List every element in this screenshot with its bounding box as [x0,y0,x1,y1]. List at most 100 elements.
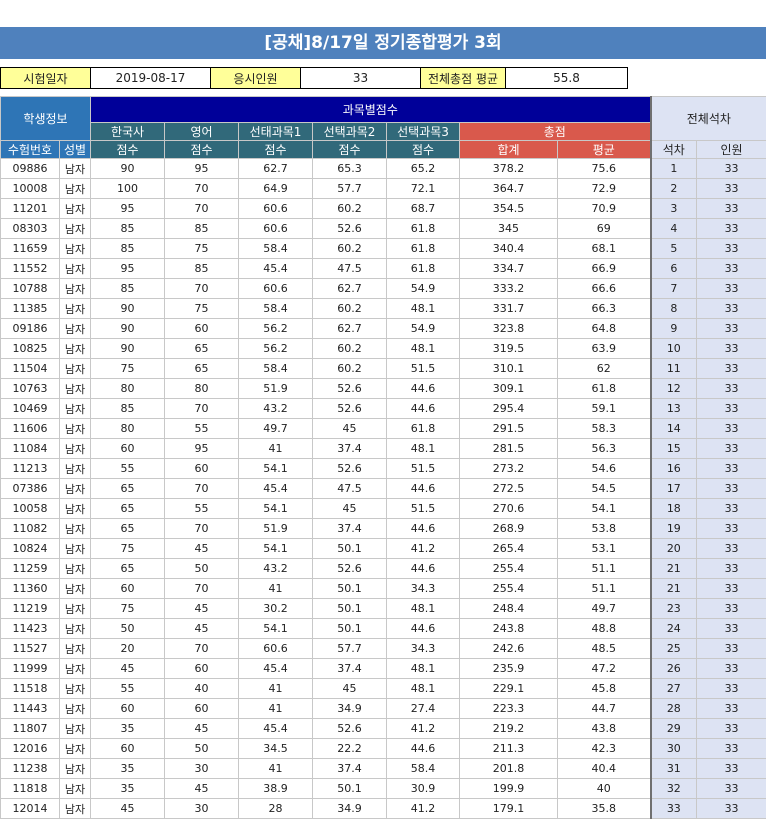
elective-1-score-cell[interactable]: 54.1 [239,499,313,519]
exam-number-cell[interactable]: 11527 [1,639,60,659]
total-sum-cell[interactable]: 331.7 [460,299,558,319]
elective-1-score-cell[interactable]: 54.1 [239,539,313,559]
gender-cell[interactable]: 남자 [60,359,91,379]
exam-number-cell[interactable]: 10788 [1,279,60,299]
gender-cell[interactable]: 남자 [60,159,91,179]
elective-1-score-cell[interactable]: 45.4 [239,259,313,279]
elective-1-score-cell[interactable]: 49.7 [239,419,313,439]
english-score-cell[interactable]: 30 [165,759,239,779]
elective-3-score-cell[interactable]: 54.9 [387,279,460,299]
elective-1-score-cell[interactable]: 45.4 [239,659,313,679]
gender-cell[interactable]: 남자 [60,759,91,779]
elective-2-score-cell[interactable]: 45 [313,419,387,439]
people-cell[interactable]: 33 [697,639,766,659]
english-score-cell[interactable]: 40 [165,679,239,699]
elective-3-score-cell[interactable]: 48.1 [387,299,460,319]
elective-1-score-cell[interactable]: 56.2 [239,319,313,339]
gender-cell[interactable]: 남자 [60,399,91,419]
people-cell[interactable]: 33 [697,799,766,819]
elective-3-score-cell[interactable]: 48.1 [387,659,460,679]
english-score-cell[interactable]: 70 [165,579,239,599]
rank-cell[interactable]: 31 [651,759,697,779]
people-cell[interactable]: 33 [697,619,766,639]
english-score-cell[interactable]: 45 [165,619,239,639]
korean-history-score-cell[interactable]: 85 [91,239,165,259]
gender-cell[interactable]: 남자 [60,639,91,659]
rank-cell[interactable]: 7 [651,279,697,299]
people-cell[interactable]: 33 [697,399,766,419]
korean-history-score-cell[interactable]: 75 [91,599,165,619]
elective-1-score-cell[interactable]: 64.9 [239,179,313,199]
elective-1-score-cell[interactable]: 56.2 [239,339,313,359]
total-average-cell[interactable]: 51.1 [558,579,651,599]
korean-history-score-cell[interactable]: 60 [91,739,165,759]
total-sum-cell[interactable]: 291.5 [460,419,558,439]
korean-history-score-cell[interactable]: 95 [91,259,165,279]
elective-3-score-cell[interactable]: 58.4 [387,759,460,779]
total-average-cell[interactable]: 61.8 [558,379,651,399]
total-sum-cell[interactable]: 295.4 [460,399,558,419]
exam-number-cell[interactable]: 12016 [1,739,60,759]
elective-3-score-cell[interactable]: 41.2 [387,719,460,739]
total-average-cell[interactable]: 75.6 [558,159,651,179]
korean-history-score-cell[interactable]: 50 [91,619,165,639]
gender-cell[interactable]: 남자 [60,699,91,719]
english-score-cell[interactable]: 55 [165,499,239,519]
rank-cell[interactable]: 21 [651,559,697,579]
elective-3-score-cell[interactable]: 65.2 [387,159,460,179]
total-sum-cell[interactable]: 334.7 [460,259,558,279]
exam-number-cell[interactable]: 11238 [1,759,60,779]
total-average-cell[interactable]: 66.6 [558,279,651,299]
elective-1-score-cell[interactable]: 41 [239,439,313,459]
total-sum-cell[interactable]: 273.2 [460,459,558,479]
total-sum-cell[interactable]: 309.1 [460,379,558,399]
gender-cell[interactable]: 남자 [60,259,91,279]
elective-2-score-cell[interactable]: 52.6 [313,559,387,579]
rank-cell[interactable]: 4 [651,219,697,239]
elective-2-score-cell[interactable]: 37.4 [313,519,387,539]
elective-1-score-cell[interactable]: 28 [239,799,313,819]
exam-number-cell[interactable]: 11423 [1,619,60,639]
korean-history-score-cell[interactable]: 65 [91,559,165,579]
gender-cell[interactable]: 남자 [60,599,91,619]
people-cell[interactable]: 33 [697,719,766,739]
total-sum-cell[interactable]: 223.3 [460,699,558,719]
total-sum-cell[interactable]: 248.4 [460,599,558,619]
korean-history-score-cell[interactable]: 35 [91,779,165,799]
total-sum-cell[interactable]: 242.6 [460,639,558,659]
korean-history-score-cell[interactable]: 45 [91,799,165,819]
exam-number-cell[interactable]: 10469 [1,399,60,419]
total-sum-cell[interactable]: 345 [460,219,558,239]
gender-cell[interactable]: 남자 [60,379,91,399]
elective-1-score-cell[interactable]: 38.9 [239,779,313,799]
total-average-cell[interactable]: 53.8 [558,519,651,539]
total-sum-cell[interactable]: 265.4 [460,539,558,559]
elective-3-score-cell[interactable]: 54.9 [387,319,460,339]
people-cell[interactable]: 33 [697,559,766,579]
gender-cell[interactable]: 남자 [60,439,91,459]
english-score-cell[interactable]: 85 [165,259,239,279]
gender-cell[interactable]: 남자 [60,199,91,219]
elective-2-score-cell[interactable]: 62.7 [313,279,387,299]
total-average-cell[interactable]: 49.7 [558,599,651,619]
rank-cell[interactable]: 15 [651,439,697,459]
elective-2-score-cell[interactable]: 52.6 [313,399,387,419]
people-cell[interactable]: 33 [697,259,766,279]
korean-history-score-cell[interactable]: 85 [91,399,165,419]
gender-cell[interactable]: 남자 [60,499,91,519]
total-average-cell[interactable]: 47.2 [558,659,651,679]
english-score-cell[interactable]: 45 [165,599,239,619]
gender-cell[interactable]: 남자 [60,299,91,319]
elective-2-score-cell[interactable]: 65.3 [313,159,387,179]
english-score-cell[interactable]: 60 [165,459,239,479]
korean-history-score-cell[interactable]: 65 [91,499,165,519]
total-average-cell[interactable]: 40.4 [558,759,651,779]
elective-2-score-cell[interactable]: 60.2 [313,199,387,219]
gender-cell[interactable]: 남자 [60,799,91,819]
total-sum-cell[interactable]: 354.5 [460,199,558,219]
exam-number-cell[interactable]: 11552 [1,259,60,279]
total-average-cell[interactable]: 43.8 [558,719,651,739]
english-score-cell[interactable]: 60 [165,319,239,339]
elective-2-score-cell[interactable]: 52.6 [313,379,387,399]
elective-3-score-cell[interactable]: 48.1 [387,679,460,699]
